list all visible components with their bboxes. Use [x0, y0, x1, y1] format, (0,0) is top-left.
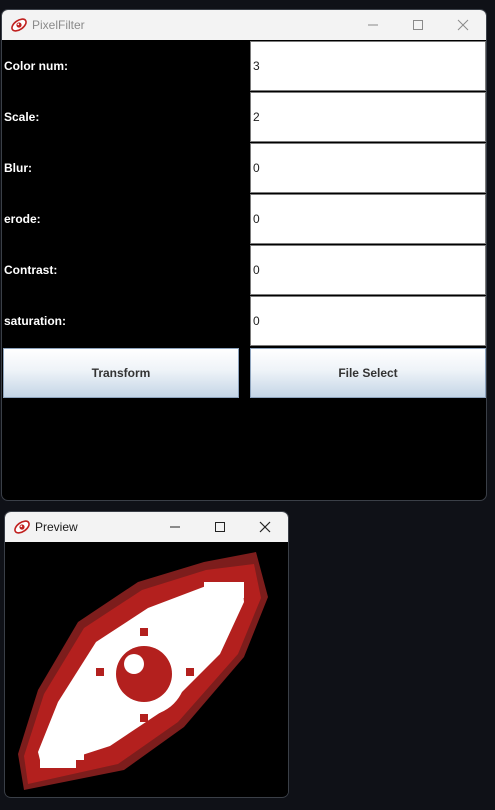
- preview-image: [6, 542, 288, 796]
- maximize-icon: [413, 20, 423, 30]
- erode-label: erode:: [4, 212, 41, 226]
- red-eye-app-icon: [14, 520, 30, 534]
- preview-minimize-button[interactable]: [152, 512, 198, 542]
- contrast-field[interactable]: [250, 245, 486, 295]
- erode-field[interactable]: [250, 194, 486, 244]
- scale-field[interactable]: [250, 92, 486, 142]
- preview-window: Preview: [4, 511, 289, 798]
- saturation-field[interactable]: [250, 296, 486, 346]
- titlebar[interactable]: PixelFilter: [2, 10, 486, 40]
- minimize-icon: [170, 526, 180, 528]
- preview-titlebar[interactable]: Preview: [5, 512, 288, 542]
- red-eye-app-icon: [11, 18, 27, 32]
- preview-title: Preview: [35, 520, 78, 534]
- close-icon: [259, 521, 271, 533]
- scale-label: Scale:: [4, 110, 40, 124]
- maximize-button[interactable]: [395, 10, 441, 40]
- transform-button[interactable]: Transform: [3, 348, 239, 398]
- saturation-label: saturation:: [4, 314, 67, 328]
- blur-field[interactable]: [250, 143, 486, 193]
- blur-label: Blur:: [4, 161, 32, 175]
- preview-maximize-button[interactable]: [197, 512, 243, 542]
- minimize-icon: [368, 24, 378, 26]
- color-num-label: Color num:: [4, 59, 68, 73]
- window-title: PixelFilter: [32, 18, 85, 32]
- file-select-button[interactable]: File Select: [250, 348, 486, 398]
- contrast-label: Contrast:: [4, 263, 58, 277]
- preview-close-button[interactable]: [242, 512, 288, 542]
- minimize-button[interactable]: [350, 10, 396, 40]
- close-button[interactable]: [440, 10, 486, 40]
- pixelfilter-window: PixelFilter Color num: Scale: Blur: erod…: [1, 9, 487, 501]
- maximize-icon: [215, 522, 225, 532]
- color-num-field[interactable]: [250, 41, 486, 91]
- close-icon: [457, 19, 469, 31]
